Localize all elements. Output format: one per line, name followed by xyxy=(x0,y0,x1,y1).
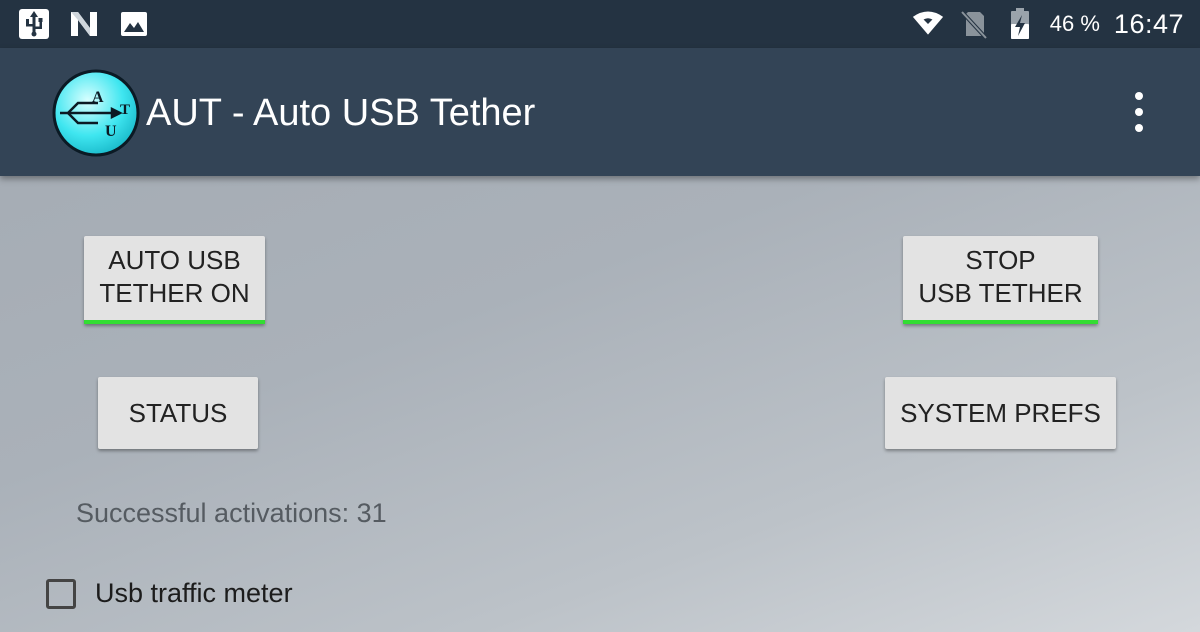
system-prefs-label: SYSTEM PREFS xyxy=(900,397,1101,428)
usb-icon xyxy=(18,8,50,40)
auto-tether-active-indicator xyxy=(84,320,265,324)
system-indicators: 46 % 16:47 xyxy=(912,6,1184,42)
app-title: AUT - Auto USB Tether xyxy=(146,92,536,134)
auto-usb-tether-on-button[interactable]: AUTO USB TETHER ON xyxy=(84,236,265,324)
usb-traffic-meter-row[interactable]: Usb traffic meter xyxy=(46,578,293,609)
n-notification-icon xyxy=(68,8,100,40)
auto-usb-tether-on-label: AUTO USB TETHER ON xyxy=(99,245,250,308)
successful-activations-text: Successful activations: 31 xyxy=(76,498,387,529)
logo-letter-t: T xyxy=(120,102,130,118)
status-bar: 46 % 16:47 xyxy=(0,0,1200,48)
notification-icons xyxy=(18,8,150,40)
overflow-menu-icon[interactable] xyxy=(1124,92,1154,132)
status-label: STATUS xyxy=(128,397,228,428)
app-logo-icon: A T U xyxy=(52,69,140,157)
battery-percentage: 46 % xyxy=(1049,11,1100,36)
usb-traffic-meter-label: Usb traffic meter xyxy=(95,578,293,608)
stop-usb-tether-button[interactable]: STOP USB TETHER xyxy=(903,236,1098,324)
usb-traffic-meter-checkbox[interactable] xyxy=(46,578,76,609)
stop-usb-tether-label: STOP USB TETHER xyxy=(918,245,1083,308)
logo-letter-u: U xyxy=(105,123,117,140)
wifi-icon xyxy=(912,8,944,40)
clock: 16:47 xyxy=(1113,8,1184,39)
menu-dot xyxy=(1135,124,1143,132)
status-button[interactable]: STATUS xyxy=(98,377,258,449)
image-icon xyxy=(118,8,150,40)
successful-activations-label: Successful activations: 31 xyxy=(76,498,387,528)
system-prefs-button[interactable]: SYSTEM PREFS xyxy=(885,377,1116,449)
battery-charging-icon xyxy=(1004,8,1036,40)
app-bar: A T U AUT - Auto USB Tether xyxy=(0,48,1200,176)
menu-dot xyxy=(1135,108,1143,116)
stop-tether-active-indicator xyxy=(903,320,1098,324)
menu-dot xyxy=(1135,92,1143,100)
no-sim-icon xyxy=(958,8,990,40)
logo-letter-a: A xyxy=(92,89,104,106)
